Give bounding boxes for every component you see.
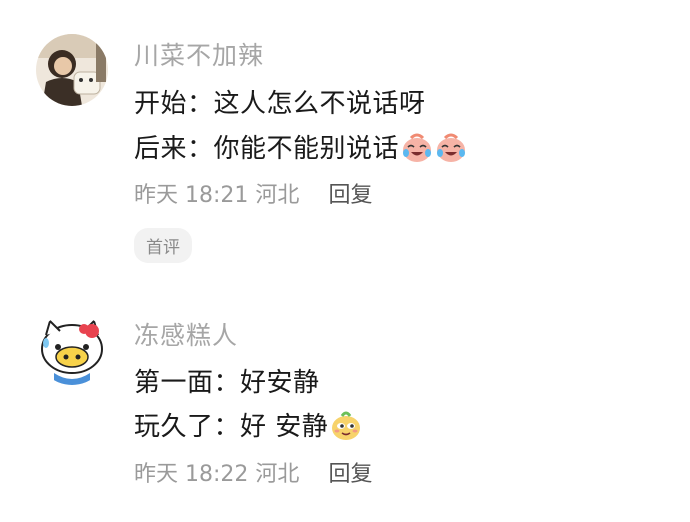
comment-text-line: 玩久了：好 安静 <box>134 406 362 443</box>
comment-meta: 昨天 18:22 河北 回复 <box>134 456 372 488</box>
avatar[interactable] <box>36 313 108 385</box>
comment-item: 冻感糕人 第一面：好安静 玩久了：好 安静 昨天 18:22 河北 回复 <box>0 0 690 522</box>
comment-text-line: 第一面：好安静 <box>134 368 320 398</box>
comment-location: 河北 <box>255 462 300 487</box>
comment-text: 玩久了：好 安静 <box>134 412 329 442</box>
comment-date: 昨天 <box>134 462 179 487</box>
username[interactable]: 冻感糕人 <box>134 316 238 352</box>
smirk-emoji-icon <box>332 411 361 440</box>
reply-button[interactable]: 回复 <box>328 456 372 488</box>
comment-time: 18:22 <box>185 462 249 487</box>
